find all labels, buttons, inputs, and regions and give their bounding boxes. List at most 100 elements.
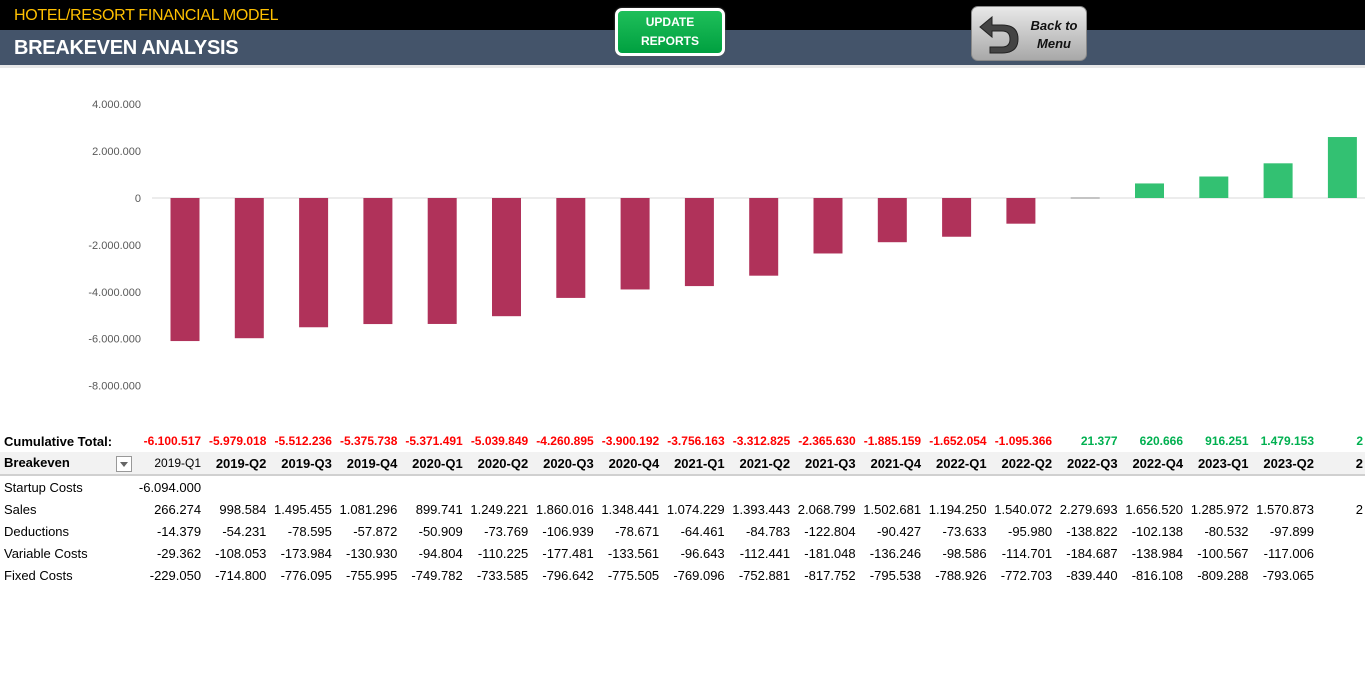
header-label: Breakeven xyxy=(4,454,70,470)
cell: -102.138 xyxy=(1131,523,1184,539)
cell: -795.538 xyxy=(869,567,922,583)
cell: -54.231 xyxy=(222,523,267,539)
column-header: 2019-Q4 xyxy=(333,452,400,476)
cell: -809.288 xyxy=(1197,567,1249,583)
cell: 998.584 xyxy=(219,501,267,517)
cell xyxy=(596,475,661,498)
column-header: 2021-Q4 xyxy=(857,452,924,476)
column-header: 2022-Q2 xyxy=(988,452,1055,476)
cell: -6.094.000 xyxy=(138,479,202,495)
cell: -57.872 xyxy=(353,523,398,539)
row-label: Startup Costs xyxy=(4,479,83,495)
filter-dropdown-icon[interactable] xyxy=(116,455,133,472)
divider xyxy=(0,65,1365,68)
table-row: Deductions -14.379 -54.231 -78.595 -57.872 -5… xyxy=(0,520,1365,542)
column-header: 2019-Q1 xyxy=(136,452,204,476)
breakeven-table: Cumulative Total: -6.100.517 -5.979.018 -5.… xyxy=(0,430,1365,586)
cumulative-value: -5.512.236 xyxy=(274,434,332,448)
bar-2019-Q2 xyxy=(234,198,264,339)
column-header: 2020-Q2 xyxy=(464,452,531,476)
cell: -110.225 xyxy=(477,545,529,561)
update-label-1: UPDATE xyxy=(645,15,695,29)
cumulative-value: -5.979.018 xyxy=(209,434,267,448)
cell: -29.362 xyxy=(156,545,202,561)
cell: 1.249.221 xyxy=(470,501,529,517)
cell: 1.081.296 xyxy=(339,501,398,517)
bar-2022-Q3 xyxy=(1070,197,1100,199)
cell: -64.461 xyxy=(680,523,725,539)
cell: -95.980 xyxy=(1007,523,1053,539)
cell xyxy=(792,475,857,498)
column-header: 2021-Q2 xyxy=(726,452,793,476)
cell xyxy=(1054,475,1119,498)
cell xyxy=(203,475,268,498)
cell xyxy=(923,475,988,498)
bar-2021-Q3 xyxy=(813,198,843,254)
cell: -775.505 xyxy=(607,567,660,583)
bar-2020-Q4 xyxy=(620,198,650,290)
cumulative-value: -1.885.159 xyxy=(863,434,922,448)
cell: -816.108 xyxy=(1131,567,1184,583)
bar-2021-Q4 xyxy=(877,198,907,243)
y-tick-label: -2.000.000 xyxy=(88,240,141,252)
y-tick-label: -4.000.000 xyxy=(88,287,141,299)
page-title: BREAKEVEN ANALYSIS xyxy=(14,37,239,59)
cell: -14.379 xyxy=(156,523,202,539)
y-tick-label: -6.000.000 xyxy=(88,334,141,346)
update-reports-button[interactable]: UPDATE REPORTS xyxy=(615,8,725,56)
bar-2019-Q1 xyxy=(170,198,200,342)
update-label-2: REPORTS xyxy=(640,34,699,48)
cell: -122.804 xyxy=(804,523,856,539)
cell: -776.095 xyxy=(280,567,332,583)
cell xyxy=(1251,475,1316,498)
cell: -73.769 xyxy=(484,523,529,539)
cell: -73.633 xyxy=(942,523,987,539)
back-label-2: Menu xyxy=(1037,36,1071,51)
cell: -80.532 xyxy=(1204,523,1249,539)
back-to-menu-button[interactable]: Back to Menu xyxy=(971,6,1087,61)
cell: -138.822 xyxy=(1066,523,1118,539)
cell: -112.441 xyxy=(739,545,791,561)
cell: -130.930 xyxy=(346,545,398,561)
cell: -184.687 xyxy=(1066,545,1118,561)
y-tick-label: 4.000.000 xyxy=(92,99,141,111)
cumulative-value: -1.652.054 xyxy=(929,434,987,448)
column-header: 2021-Q3 xyxy=(792,452,858,476)
bar-2023-Q1 xyxy=(1199,176,1229,198)
column-header: 2020-Q1 xyxy=(399,452,465,476)
cell xyxy=(1316,475,1365,498)
cell: -108.053 xyxy=(215,545,267,561)
column-header: 2022-Q3 xyxy=(1054,452,1120,476)
row-label: Fixed Costs xyxy=(4,567,73,583)
cell xyxy=(1316,564,1365,586)
bar-2019-Q3 xyxy=(299,198,329,328)
cell: -769.096 xyxy=(673,567,725,583)
back-label-1: Back to xyxy=(1030,18,1078,33)
cumulative-value: -2.365.630 xyxy=(798,434,856,448)
cell: -772.703 xyxy=(1000,567,1053,583)
cell: 1.502.681 xyxy=(863,501,922,517)
column-header: 2023-Q2 xyxy=(1250,452,1317,476)
cell: -84.783 xyxy=(746,523,791,539)
cell: -94.804 xyxy=(418,545,463,561)
cell: 1.860.016 xyxy=(535,501,594,517)
cell: -50.909 xyxy=(418,523,463,539)
cumulative-value: -4.260.895 xyxy=(536,434,594,448)
bar-2022-Q4 xyxy=(1135,183,1164,198)
cell: -90.427 xyxy=(877,523,922,539)
cell: -714.800 xyxy=(215,567,267,583)
cell xyxy=(989,475,1054,498)
cell xyxy=(530,475,595,498)
cell: -78.671 xyxy=(615,523,660,539)
cell: -173.984 xyxy=(280,545,332,561)
cell: -98.586 xyxy=(942,545,987,561)
cell: 1.570.873 xyxy=(1256,501,1315,517)
cumulative-value: -5.375.738 xyxy=(339,434,398,448)
cumulative-value: -1.095.366 xyxy=(994,434,1053,448)
bar-2020-Q3 xyxy=(556,198,586,298)
cell: -136.246 xyxy=(869,545,922,561)
row-label: Variable Costs xyxy=(4,545,88,561)
cumulative-value: 620.666 xyxy=(1139,434,1184,448)
bar-2020-Q1 xyxy=(427,198,457,324)
cell: -755.995 xyxy=(346,567,398,583)
